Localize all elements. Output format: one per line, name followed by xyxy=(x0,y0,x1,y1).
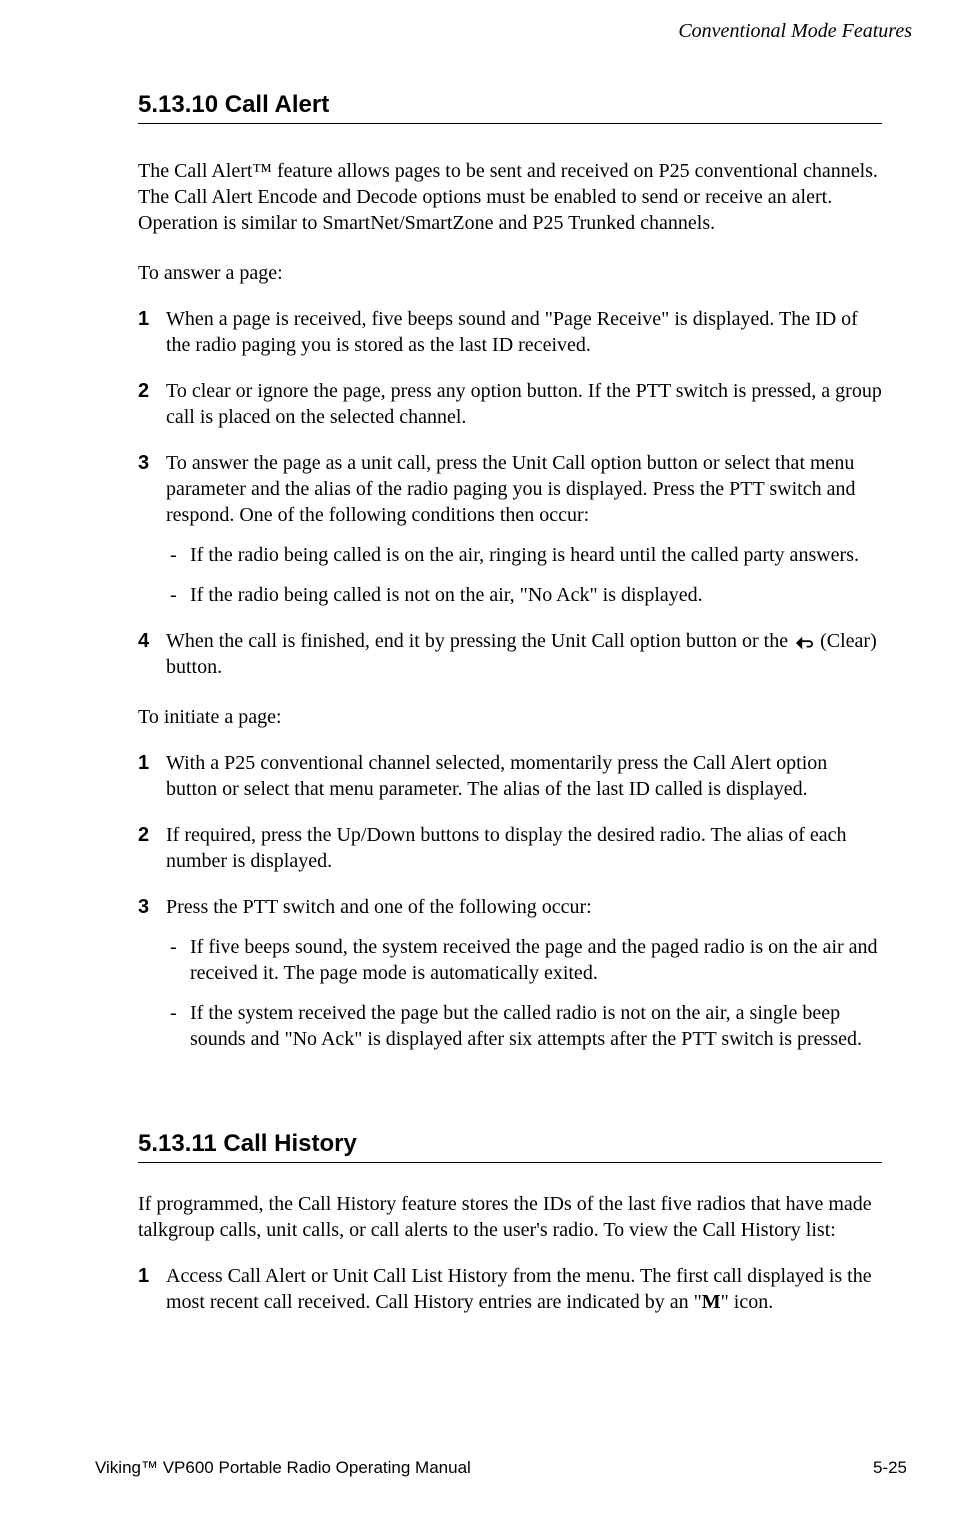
step-number: 3 xyxy=(138,894,166,1052)
list-item: 2 To clear or ignore the page, press any… xyxy=(138,378,882,430)
list-item: 4 When the call is finished, end it by p… xyxy=(138,628,882,680)
step-text: With a P25 conventional channel selected… xyxy=(166,750,882,802)
answer-label: To answer a page: xyxy=(138,260,882,286)
section2-intro: If programmed, the Call History feature … xyxy=(138,1191,882,1243)
chapter-header: Conventional Mode Features xyxy=(138,20,912,43)
dash-list: - If the radio being called is on the ai… xyxy=(166,542,882,608)
section-title: Call History xyxy=(223,1130,356,1157)
list-item: 1 When a page is received, five beeps so… xyxy=(138,306,882,358)
list-item: 3 To answer the page as a unit call, pre… xyxy=(138,450,882,608)
footer-page-number: 5-25 xyxy=(873,1458,907,1478)
step-text: To clear or ignore the page, press any o… xyxy=(166,378,882,430)
step-number: 1 xyxy=(138,1263,166,1315)
step-text: If required, press the Up/Down buttons t… xyxy=(166,822,882,874)
list-item: 1 With a P25 conventional channel select… xyxy=(138,750,882,802)
step-text: To answer the page as a unit call, press… xyxy=(166,452,855,526)
step-content: Access Call Alert or Unit Call List Hist… xyxy=(166,1263,882,1315)
dash-bullet: - xyxy=(170,934,190,986)
dash-bullet: - xyxy=(170,582,190,608)
step-number: 4 xyxy=(138,628,166,680)
dash-item: - If the radio being called is not on th… xyxy=(170,582,882,608)
section-heading-call-history: 5.13.11 Call History xyxy=(138,1130,882,1163)
step-text-post: " icon. xyxy=(721,1291,774,1313)
back-arrow-icon xyxy=(793,633,815,651)
list-item: 1 Access Call Alert or Unit Call List Hi… xyxy=(138,1263,882,1315)
section-heading-call-alert: 5.13.10 Call Alert xyxy=(138,91,882,124)
dash-bullet: - xyxy=(170,542,190,568)
bold-m-icon-label: M xyxy=(702,1291,721,1313)
dash-text: If five beeps sound, the system received… xyxy=(190,934,882,986)
step-content: Press the PTT switch and one of the foll… xyxy=(166,894,882,1052)
step-number: 1 xyxy=(138,306,166,358)
page-footer: Viking™ VP600 Portable Radio Operating M… xyxy=(95,1458,907,1478)
list-item: 2 If required, press the Up/Down buttons… xyxy=(138,822,882,874)
dash-item: - If five beeps sound, the system receiv… xyxy=(170,934,882,986)
footer-manual-title: Viking™ VP600 Portable Radio Operating M… xyxy=(95,1458,471,1478)
initiate-label: To initiate a page: xyxy=(138,704,882,730)
history-steps-list: 1 Access Call Alert or Unit Call List Hi… xyxy=(138,1263,882,1315)
step-number: 3 xyxy=(138,450,166,608)
section-title: Call Alert xyxy=(225,91,329,118)
answer-steps-list: 1 When a page is received, five beeps so… xyxy=(138,306,882,680)
dash-text: If the radio being called is not on the … xyxy=(190,582,882,608)
dash-text: If the radio being called is on the air,… xyxy=(190,542,882,568)
step-number: 2 xyxy=(138,378,166,430)
dash-item: - If the radio being called is on the ai… xyxy=(170,542,882,568)
dash-item: - If the system received the page but th… xyxy=(170,1000,882,1052)
step-number: 2 xyxy=(138,822,166,874)
step-text: When a page is received, five beeps soun… xyxy=(166,306,882,358)
section-number: 5.13.10 xyxy=(138,91,218,118)
section1-intro: The Call Alert™ feature allows pages to … xyxy=(138,158,882,236)
step-content: To answer the page as a unit call, press… xyxy=(166,450,882,608)
dash-bullet: - xyxy=(170,1000,190,1052)
step-number: 1 xyxy=(138,750,166,802)
step-text-pre: When the call is finished, end it by pre… xyxy=(166,630,793,652)
dash-list: - If five beeps sound, the system receiv… xyxy=(166,934,882,1052)
dash-text: If the system received the page but the … xyxy=(190,1000,882,1052)
step-content: When the call is finished, end it by pre… xyxy=(166,628,882,680)
list-item: 3 Press the PTT switch and one of the fo… xyxy=(138,894,882,1052)
initiate-steps-list: 1 With a P25 conventional channel select… xyxy=(138,750,882,1052)
section-number: 5.13.11 xyxy=(138,1130,217,1157)
step-text: Press the PTT switch and one of the foll… xyxy=(166,896,592,918)
